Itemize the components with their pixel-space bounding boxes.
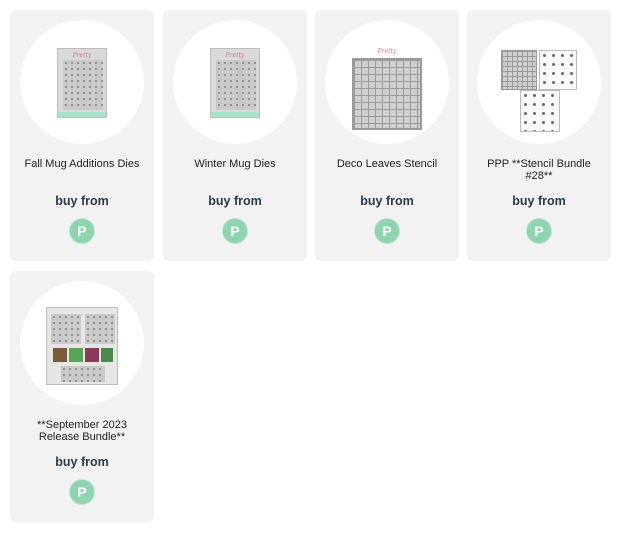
stencil-image — [520, 90, 560, 132]
stencil-image — [539, 50, 577, 90]
stencil-image — [501, 50, 537, 90]
stencil-image — [352, 58, 422, 130]
embellishment-jar — [69, 348, 83, 362]
product-title[interactable]: PPP **Stencil Bundle #28** — [473, 158, 605, 182]
buy-from-label: buy from — [208, 194, 262, 208]
store-link-icon[interactable]: P — [69, 479, 95, 505]
die-shapes — [63, 60, 103, 110]
die-package-image: Pretty — [57, 48, 107, 118]
die-shapes — [51, 314, 81, 344]
brand-logo: Pretty — [72, 52, 92, 59]
product-image[interactable]: Pretty — [20, 20, 144, 144]
embellishment-jar — [101, 348, 113, 362]
product-title[interactable]: **September 2023 Release Bundle** — [16, 419, 148, 443]
die-package-image: Pretty — [210, 48, 260, 118]
product-title[interactable]: Fall Mug Additions Dies — [16, 158, 148, 171]
die-shapes — [61, 366, 105, 382]
package-strip — [58, 112, 106, 117]
store-link-icon[interactable]: P — [374, 218, 400, 244]
product-card[interactable]: PPP **Stencil Bundle #28** buy from P — [467, 10, 611, 261]
brand-logo: Pretty — [225, 52, 245, 59]
store-link-icon[interactable]: P — [69, 218, 95, 244]
product-title[interactable]: Deco Leaves Stencil — [321, 158, 453, 171]
product-image[interactable]: Pretty — [325, 20, 449, 144]
die-shapes — [85, 314, 115, 344]
embellishment-jar — [53, 348, 67, 362]
store-link-icon[interactable]: P — [526, 218, 552, 244]
product-image[interactable] — [477, 20, 601, 144]
embellishment-jar — [85, 348, 99, 362]
product-card[interactable]: Pretty Winter Mug Dies buy from P — [163, 10, 307, 261]
product-title[interactable]: Winter Mug Dies — [169, 158, 301, 171]
package-strip — [211, 112, 259, 117]
bundle-image — [46, 307, 118, 385]
store-link-icon[interactable]: P — [222, 218, 248, 244]
product-card[interactable]: Pretty Deco Leaves Stencil buy from P — [315, 10, 459, 261]
buy-from-label: buy from — [55, 455, 109, 469]
buy-from-label: buy from — [512, 194, 566, 208]
product-card[interactable]: Pretty Fall Mug Additions Dies buy from … — [10, 10, 154, 261]
brand-logo: Pretty — [377, 48, 397, 55]
buy-from-label: buy from — [55, 194, 109, 208]
product-card[interactable]: **September 2023 Release Bundle** buy fr… — [10, 271, 154, 522]
buy-from-label: buy from — [360, 194, 414, 208]
die-shapes — [216, 60, 256, 110]
product-image[interactable] — [20, 281, 144, 405]
product-image[interactable]: Pretty — [173, 20, 297, 144]
